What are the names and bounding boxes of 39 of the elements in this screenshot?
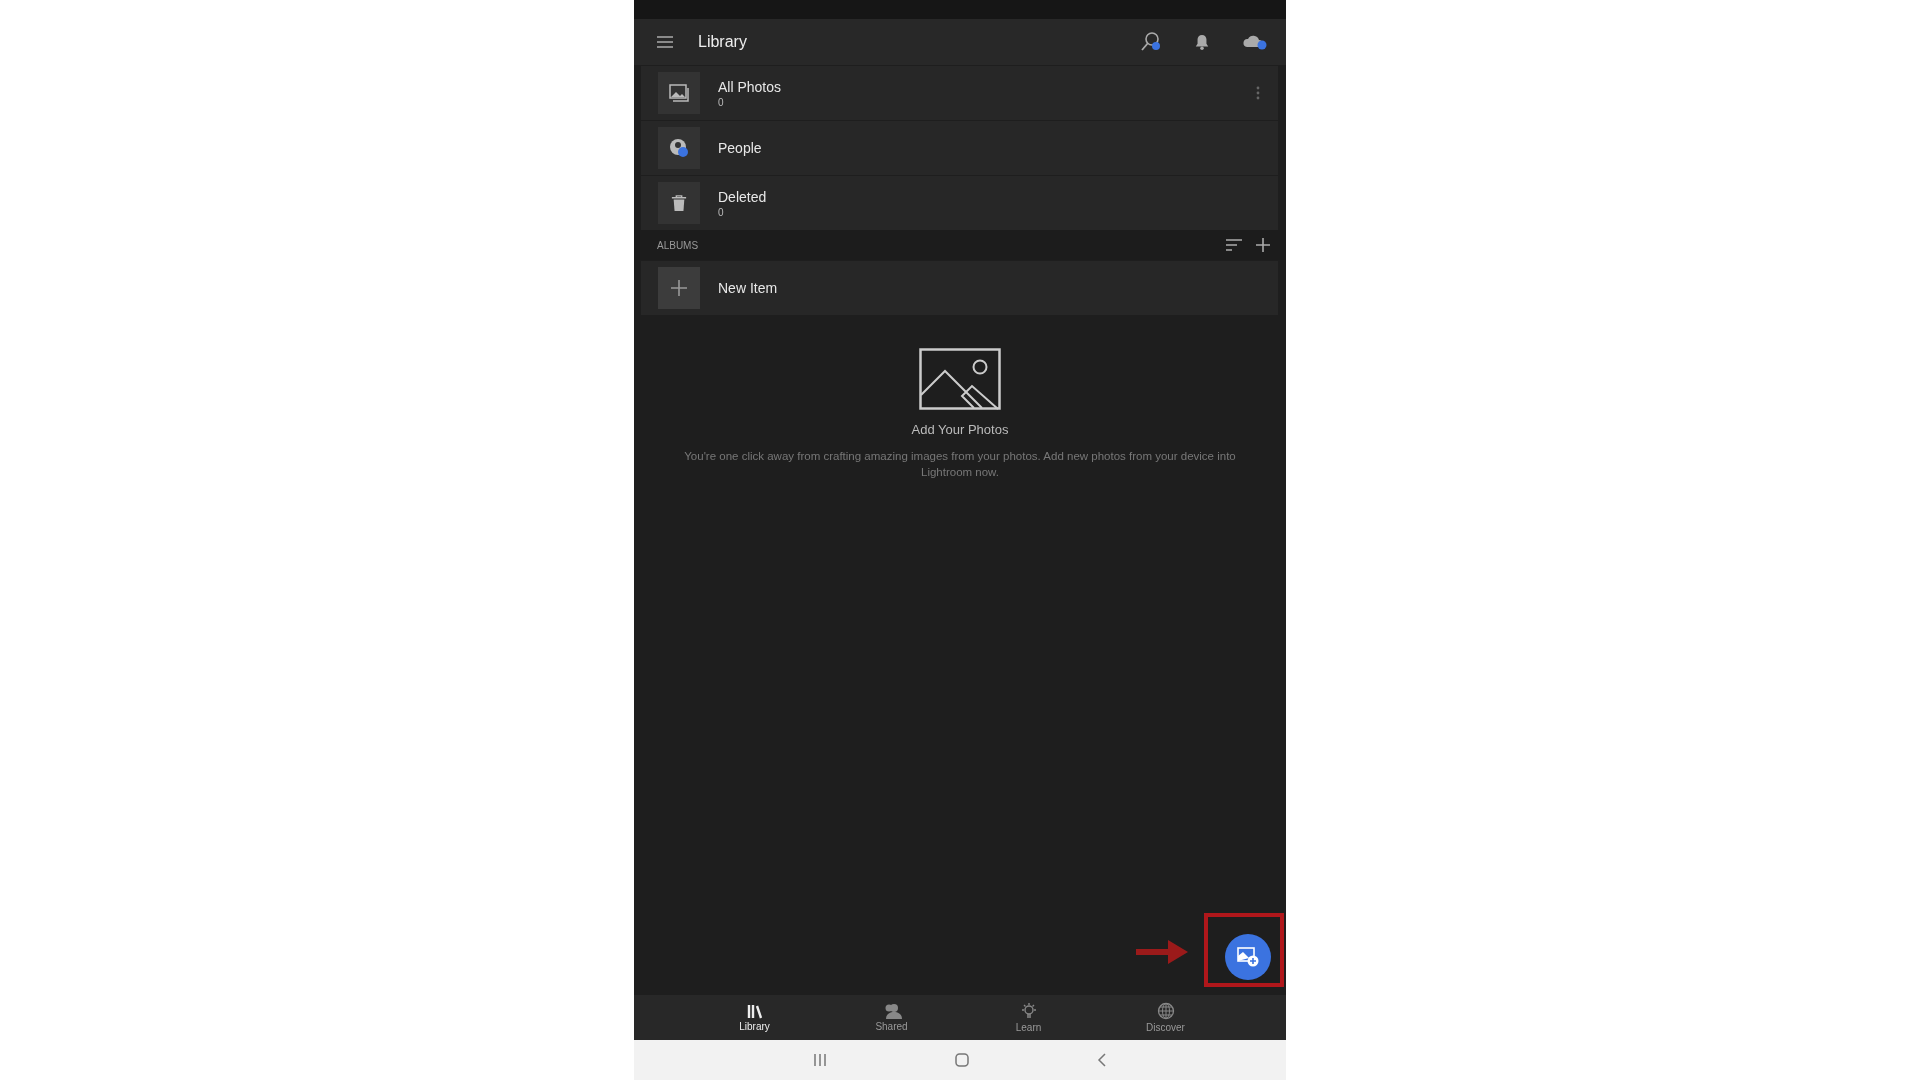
globe-icon: [1156, 1002, 1175, 1020]
library-item[interactable]: All Photos 0: [641, 66, 1278, 120]
add-photos-button[interactable]: [1225, 934, 1271, 980]
person-icon: [669, 138, 689, 158]
section-heading: ALBUMS: [657, 239, 699, 251]
empty-state-title: Add Your Photos: [911, 422, 1009, 437]
item-count: 0: [718, 96, 725, 108]
recent-apps-icon[interactable]: [813, 1053, 827, 1067]
screen-title: Library: [698, 33, 747, 51]
nav-tab[interactable]: Learn: [975, 995, 1082, 1040]
nav-tab[interactable]: Library: [701, 995, 808, 1040]
lightbulb-icon: [1019, 1002, 1038, 1020]
cloud-icon[interactable]: [1242, 33, 1268, 51]
sort-icon[interactable]: [1226, 239, 1242, 251]
trash-icon: [671, 194, 687, 212]
item-label: People: [718, 140, 762, 156]
more-options-icon[interactable]: [1256, 86, 1260, 100]
search-icon[interactable]: [1140, 31, 1162, 53]
library-item[interactable]: Deleted 0: [641, 176, 1278, 230]
item-count: 0: [718, 206, 725, 218]
library-item[interactable]: People: [641, 121, 1278, 175]
plus-icon: [671, 280, 687, 296]
plus-icon[interactable]: [1256, 238, 1270, 252]
item-label: All Photos: [718, 78, 782, 95]
books-icon: [746, 1003, 763, 1019]
annotation-arrow: [1136, 940, 1188, 964]
add-photo-icon: [1237, 947, 1259, 967]
nav-tab[interactable]: Discover: [1112, 995, 1219, 1040]
item-label: Deleted: [718, 188, 767, 205]
empty-state-message: You're one click away from crafting amazing images from your photos. Add new photos from your device into Lightroom now.: [683, 449, 1237, 481]
back-icon[interactable]: [1097, 1053, 1107, 1067]
bell-icon[interactable]: [1194, 33, 1210, 51]
item-label: New Item: [718, 280, 778, 296]
photos-icon: [669, 84, 689, 102]
album-item[interactable]: New Item: [641, 261, 1278, 315]
menu-icon[interactable]: [656, 35, 674, 49]
nav-tab[interactable]: Shared: [838, 995, 945, 1040]
home-icon[interactable]: [955, 1053, 969, 1067]
image-icon: [919, 348, 1001, 410]
